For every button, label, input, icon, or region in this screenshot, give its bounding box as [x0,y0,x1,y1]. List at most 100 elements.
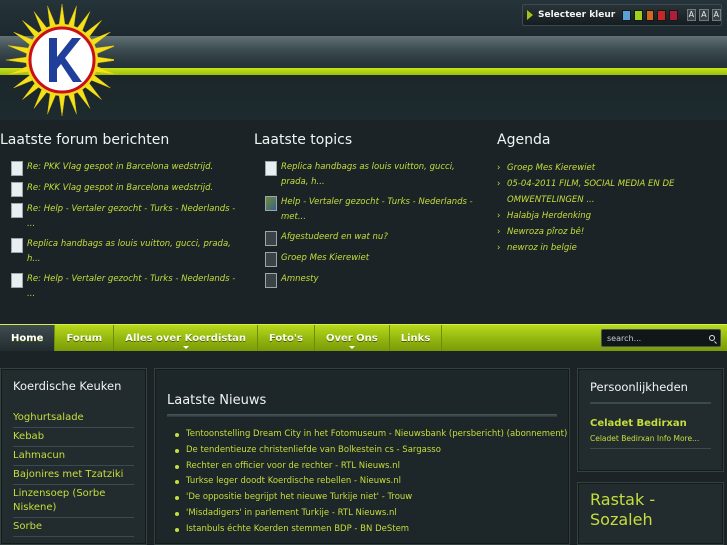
kitchen-link[interactable]: Kebab [13,428,134,447]
color-swatch-crimson[interactable] [669,9,678,21]
forum-post-link[interactable]: Re: Help - Vertaler gezocht - Turks - Ne… [27,202,240,232]
avatar [11,182,23,197]
nav-label: Home [11,332,44,344]
agenda-item[interactable]: 05-04-2011 FILM, SOCIAL MEDIA EN DE OMWE… [497,176,697,208]
sun-ray [58,93,66,117]
sun-ray [6,56,29,64]
kitchen-panel: Koerdische Keuken Yoghurtsalade Kebab La… [0,368,147,545]
forum-title: Laatste forum berichten [0,132,170,148]
topic-link[interactable]: Amnesty [281,272,319,287]
nav-item-alles-over-koerdistan[interactable]: Alles over Koerdistan [114,325,258,351]
rastak-link[interactable]: Rastak - Sozaleh [590,490,711,530]
forum-post-link[interactable]: Replica handbags as louis vuitton, gucci… [27,237,240,267]
topic-link[interactable]: Replica handbags as louis vuitton, gucci… [281,160,484,190]
site-header: Selecteer kleur A A A [0,0,727,120]
topic-link[interactable]: Afgestudeerd en wat nu? [281,230,388,245]
forum-post[interactable]: Replica handbags as louis vuitton, gucci… [11,237,240,267]
avatar [265,161,277,176]
nav-item-fotos[interactable]: Foto's [258,325,315,351]
sun-ray [58,3,66,27]
topics-title: Laatste topics [254,132,353,148]
nav-item-forum[interactable]: Forum [55,325,115,351]
font-size-small-button[interactable]: A [686,9,697,21]
agenda-item[interactable]: Halabja Herdenking [497,208,697,224]
chevron-down-icon [348,346,355,349]
kitchen-link[interactable]: Linzensoep (Sorbe Niskene) [13,485,134,518]
nav-label: Alles over Koerdistan [125,332,246,344]
avatar [265,252,277,267]
news-link[interactable]: Tentoonstelling Dream City in het Fotomu… [167,427,567,443]
avatar [265,231,277,246]
forum-post[interactable]: Re: PKK Vlag gespot in Barcelona wedstri… [11,160,240,176]
color-swatch-orange[interactable] [645,9,655,21]
nav-label: Forum [66,332,103,344]
color-swatch-red[interactable] [657,9,667,21]
news-link[interactable]: 'Misdadigers' in parlement Turkije - RTL… [167,506,557,522]
avatar [11,161,23,176]
topic-link[interactable]: Groep Mes Kierewiet [281,251,369,266]
divider [167,414,557,417]
forum-post-link[interactable]: Re: PKK Vlag gespot in Barcelona wedstri… [27,181,213,196]
avatar [11,203,23,218]
chevron-down-icon [182,346,189,349]
kitchen-title: Koerdische Keuken [13,379,122,393]
font-size-medium-button[interactable]: A [699,9,709,21]
kitchen-link[interactable]: Bajonires met Tzatziki [13,466,134,485]
avatar [11,273,23,288]
nav-item-home[interactable]: Home [0,325,56,351]
topic-link[interactable]: Help - Vertaler gezocht - Turks - Nederl… [281,195,484,225]
forum-column: Laatste forum berichten Re: PKK Vlag ges… [0,132,240,307]
agenda-item[interactable]: newroz in belgie [497,240,697,256]
forum-post-link[interactable]: Re: Help - Vertaler gezocht - Turks - Ne… [27,272,240,302]
agenda-title: Agenda [497,132,551,148]
color-swatch-green[interactable] [633,9,643,21]
sun-ray [95,56,114,64]
persons-panel: Persoonlijkheden Celadet Bedirxan Celade… [577,368,724,472]
news-title: Laatste Nieuws [167,393,267,408]
kitchen-link[interactable]: Lahmacun [13,447,134,466]
forum-post[interactable]: Re: Help - Vertaler gezocht - Turks - Ne… [11,272,240,302]
news-link[interactable]: De tendentieuze christenliefde van Bolke… [167,443,557,459]
nav-label: Over Ons [325,332,378,344]
rastak-panel: Rastak - Sozaleh [577,482,724,545]
topic-item[interactable]: Amnesty [265,272,484,288]
forum-post-link[interactable]: Re: PKK Vlag gespot in Barcelona wedstri… [27,160,213,175]
search-icon[interactable] [709,335,715,341]
site-logo[interactable] [6,0,114,120]
person-info-link[interactable]: Celadet Bedirxan Info More... [590,434,711,443]
nav-item-over-ons[interactable]: Over Ons [315,325,390,351]
color-picker: Selecteer kleur A A A [522,4,722,26]
nav-label: Links [400,332,431,344]
news-link[interactable]: Istanbuls échte Koerden stemmen BDP - BN… [167,522,557,538]
avatar [265,196,277,211]
color-swatch-blue[interactable] [622,9,631,21]
divider [590,448,711,449]
topic-item[interactable]: Groep Mes Kierewiet [265,251,484,267]
agenda-item[interactable]: Newroza pîroz bê! [497,224,697,240]
topics-column: Laatste topics Replica handbags as louis… [254,132,484,293]
search-input[interactable] [601,329,721,347]
news-link[interactable]: Turkse leger doodt Koerdische rebellen -… [167,474,557,490]
font-size-large-button[interactable]: A [711,9,722,21]
avatar [265,273,277,288]
news-panel: Laatste Nieuws Tentoonstelling Dream Cit… [154,368,570,545]
play-arrow-icon [527,10,533,20]
color-picker-label: Selecteer kleur [538,10,616,20]
kitchen-link[interactable]: Yoghurtsalade [13,409,134,428]
main-nav: Home Forum Alles over Koerdistan Foto's … [0,324,727,351]
topic-item[interactable]: Replica handbags as louis vuitton, gucci… [265,160,484,190]
agenda-column: Agenda Groep Mes Kierewiet 05-04-2011 FI… [497,132,697,256]
kitchen-link[interactable]: Sorbe [13,518,134,537]
nav-item-links[interactable]: Links [390,325,443,351]
forum-post[interactable]: Re: Help - Vertaler gezocht - Turks - Ne… [11,202,240,232]
person-name-link[interactable]: Celadet Bedirxan [590,418,711,429]
agenda-item[interactable]: Groep Mes Kierewiet [497,160,697,176]
news-link[interactable]: 'De oppositie begrijpt het nieuwe Turkij… [167,490,557,506]
topic-item[interactable]: Help - Vertaler gezocht - Turks - Nederl… [265,195,484,225]
avatar [11,238,23,253]
news-link[interactable]: Rechter en officier voor de rechter - RT… [167,459,557,475]
persons-title: Persoonlijkheden [590,380,711,404]
forum-post[interactable]: Re: PKK Vlag gespot in Barcelona wedstri… [11,181,240,197]
topic-item[interactable]: Afgestudeerd en wat nu? [265,230,484,246]
nav-label: Foto's [268,332,303,344]
